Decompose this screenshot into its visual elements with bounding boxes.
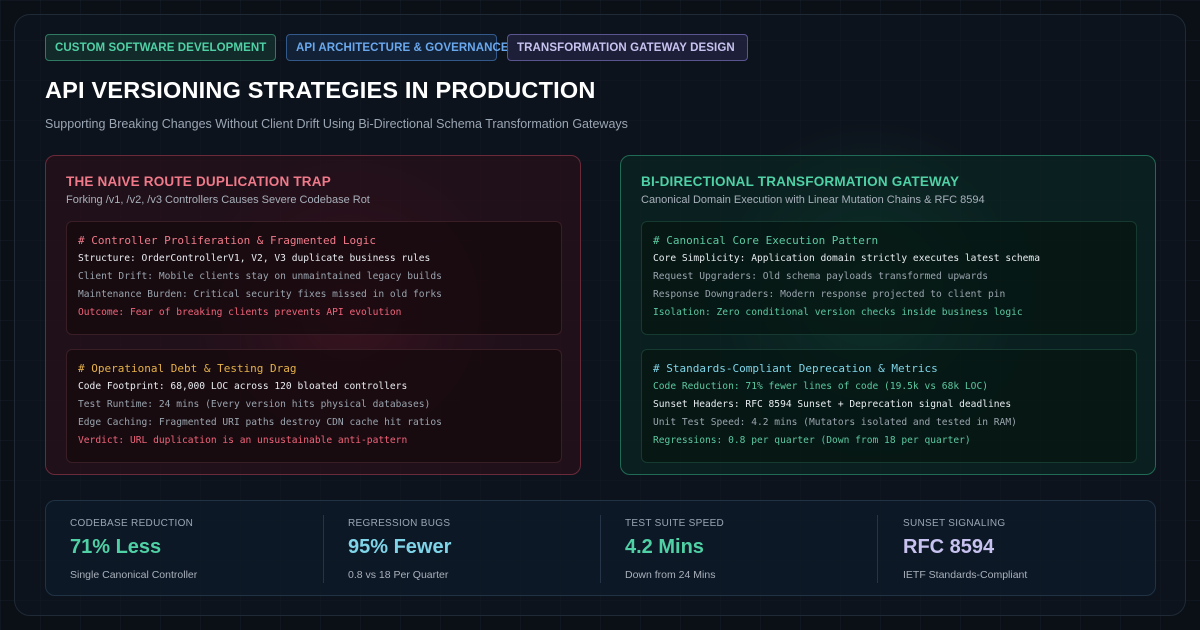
code-heading: # Standards-Compliant Deprecation & Metr… (653, 362, 938, 375)
code-line: Code Reduction: 71% fewer lines of code … (653, 381, 989, 392)
stat-value: RFC 8594 (903, 536, 995, 558)
canonical-core-box: # Canonical Core Execution Pattern Core … (641, 221, 1137, 335)
code-line: Client Drift: Mobile clients stay on unm… (78, 271, 442, 282)
code-line: Regressions: 0.8 per quarter (Down from … (653, 435, 971, 446)
code-line: Outcome: Fear of breaking clients preven… (78, 307, 402, 318)
stat-description: 0.8 vs 18 Per Quarter (348, 569, 449, 581)
stat-description: IETF Standards-Compliant (903, 569, 1028, 581)
code-heading: # Controller Proliferation & Fragmented … (78, 234, 377, 247)
stat-label: SUNSET SIGNALING (903, 518, 1006, 529)
panel-title: BI-DIRECTIONAL TRANSFORMATION GATEWAY (641, 174, 960, 189)
stat-label: CODEBASE REDUCTION (70, 518, 194, 529)
code-line: Structure: OrderControllerV1, V2, V3 dup… (78, 253, 431, 264)
transformation-gateway-panel: BI-DIRECTIONAL TRANSFORMATION GATEWAY Ca… (620, 155, 1156, 475)
stat-value: 71% Less (70, 536, 162, 558)
stat-value: 4.2 Mins (625, 536, 704, 558)
code-line: Maintenance Burden: Critical security fi… (78, 289, 442, 300)
tag-row: CUSTOM SOFTWARE DEVELOPMENT API ARCHITEC… (45, 34, 748, 61)
code-line: Core Simplicity: Application domain stri… (653, 253, 1040, 264)
panel-title: THE NAIVE ROUTE DUPLICATION TRAP (66, 174, 331, 189)
code-line: Sunset Headers: RFC 8594 Sunset + Deprec… (653, 399, 1012, 410)
stat-value: 95% Fewer (348, 536, 452, 558)
code-line: Test Runtime: 24 mins (Every version hit… (78, 399, 431, 410)
tag-transformation-gateway-design: TRANSFORMATION GATEWAY DESIGN (507, 34, 748, 61)
code-heading: # Canonical Core Execution Pattern (653, 234, 879, 247)
stat-divider (877, 515, 878, 583)
stat-label: TEST SUITE SPEED (625, 518, 725, 529)
stat-description: Down from 24 Mins (625, 569, 716, 581)
code-line: Response Downgraders: Modern response pr… (653, 289, 1006, 300)
stat-divider (323, 515, 324, 583)
tag-api-architecture-governance: API ARCHITECTURE & GOVERNANCE (286, 34, 509, 61)
stats-bar: CODEBASE REDUCTION 71% Less Single Canon… (45, 500, 1156, 596)
code-line: Verdict: URL duplication is an unsustain… (78, 435, 408, 446)
code-line: Request Upgraders: Old schema payloads t… (653, 271, 989, 282)
panel-subtitle: Forking /v1, /v2, /v3 Controllers Causes… (66, 194, 370, 206)
stat-divider (600, 515, 601, 583)
panel-subtitle: Canonical Domain Execution with Linear M… (641, 194, 985, 206)
code-line: Unit Test Speed: 4.2 mins (Mutators isol… (653, 417, 1017, 428)
controller-proliferation-box: # Controller Proliferation & Fragmented … (66, 221, 562, 335)
naive-route-duplication-panel: THE NAIVE ROUTE DUPLICATION TRAP Forking… (45, 155, 581, 475)
code-line: Edge Caching: Fragmented URI paths destr… (78, 417, 442, 428)
code-line: Isolation: Zero conditional version chec… (653, 307, 1023, 318)
code-line: Code Footprint: 68,000 LOC across 120 bl… (78, 381, 408, 392)
page-subtitle: Supporting Breaking Changes Without Clie… (45, 117, 628, 131)
stat-description: Single Canonical Controller (70, 569, 198, 581)
page-title: API VERSIONING STRATEGIES IN PRODUCTION (45, 77, 596, 103)
deprecation-metrics-box: # Standards-Compliant Deprecation & Metr… (641, 349, 1137, 463)
tag-custom-software-development: CUSTOM SOFTWARE DEVELOPMENT (45, 34, 276, 61)
operational-debt-box: # Operational Debt & Testing Drag Code F… (66, 349, 562, 463)
stat-label: REGRESSION BUGS (348, 518, 451, 529)
code-heading: # Operational Debt & Testing Drag (78, 362, 297, 375)
